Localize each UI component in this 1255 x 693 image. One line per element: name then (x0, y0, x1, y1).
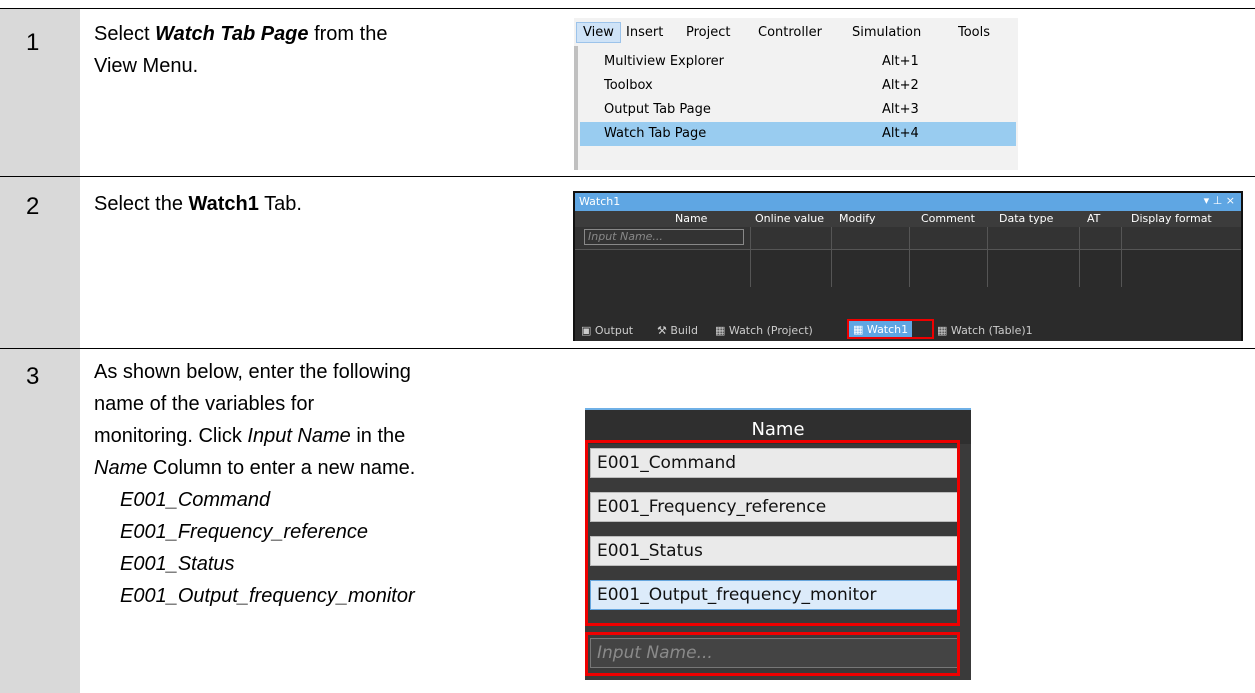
watch-row: Input Name... (575, 227, 1241, 250)
step-number: 3 (26, 363, 40, 390)
watch-title-bar: Watch1 ▾ ⊥ × (575, 193, 1241, 211)
step-text: in the (350, 425, 406, 447)
menu-item-multiview-explorer[interactable]: Multiview Explorer Alt+1 (580, 50, 1016, 74)
step-text: Select (94, 23, 156, 45)
menu-item-label: Toolbox (604, 78, 653, 93)
step-number-cell: 2 (0, 177, 80, 348)
menu-simulation[interactable]: Simulation (852, 25, 921, 40)
rule-2 (0, 348, 1255, 349)
highlight-box (585, 632, 960, 676)
tab-label: Watch (Project) (728, 324, 813, 337)
step-number-cell: 3 (0, 349, 80, 693)
column-header[interactable]: Name (675, 212, 707, 225)
step-text: Column to enter a new name. (147, 457, 416, 479)
menu-tools[interactable]: Tools (958, 25, 1018, 40)
tab-label: Build (670, 324, 698, 337)
menu-item-toolbox[interactable]: Toolbox Alt+2 (580, 74, 1016, 98)
name-input[interactable]: Input Name... (584, 229, 744, 245)
menu-item-watch-tab-page[interactable]: Watch Tab Page Alt+4 (580, 122, 1016, 146)
variable-name: E001_Frequency_reference (120, 521, 368, 543)
column-header[interactable]: Data type (999, 212, 1053, 225)
step-text: Select the (94, 193, 189, 215)
tab-label: Output (594, 324, 634, 337)
menu-left-border (574, 46, 578, 170)
step-emphasis: Name (94, 457, 148, 479)
menu-item-label: Watch Tab Page (604, 126, 707, 141)
step-number: 1 (26, 29, 40, 56)
grid-line (1121, 227, 1122, 287)
step-text: name of the variables for (94, 393, 315, 415)
step-text: View Menu. (94, 55, 199, 77)
menu-item-label: Multiview Explorer (604, 54, 724, 69)
menu-item-label: Output Tab Page (604, 102, 711, 117)
column-header[interactable]: Online value (755, 212, 824, 225)
step-3-text: As shown below, enter the following name… (94, 356, 415, 612)
grid-line (909, 227, 910, 287)
view-menu-screenshot: View Insert Project Controller Simulatio… (574, 18, 1018, 170)
grid-line (831, 227, 832, 287)
grid-line (987, 227, 988, 287)
step-text: As shown below, enter the following (94, 361, 411, 383)
rule-top (0, 8, 1255, 9)
menu-view[interactable]: View (576, 22, 621, 43)
step-text: Tab. (258, 193, 302, 215)
step-emphasis: Input Name (247, 425, 351, 447)
tab-output[interactable]: ▣ Output (581, 324, 633, 337)
window-controls-icon[interactable]: ▾ ⊥ × (1204, 194, 1235, 207)
column-header[interactable]: Modify (839, 212, 875, 225)
column-header[interactable]: Display format (1131, 212, 1212, 225)
variable-name: E001_Status (120, 553, 235, 575)
grid-line (1079, 227, 1080, 287)
menu-item-shortcut: Alt+2 (882, 78, 919, 93)
name-column-header[interactable]: Name (585, 408, 971, 444)
name-column-screenshot: Name E001_Command E001_Frequency_referen… (585, 408, 971, 680)
highlight-box (585, 440, 960, 626)
watch-title: Watch1 (579, 195, 621, 208)
variable-name: E001_Command (120, 489, 271, 511)
menu-item-shortcut: Alt+3 (882, 102, 919, 117)
watch-column-headers: Name Online value Modify Comment Data ty… (575, 211, 1241, 227)
highlight-box (847, 319, 934, 339)
step-number: 2 (26, 193, 40, 220)
step-emphasis: Watch Tab Page (155, 23, 309, 45)
rule-1 (0, 176, 1255, 177)
menu-item-shortcut: Alt+1 (882, 54, 919, 69)
step-text: from the (308, 23, 388, 45)
column-header[interactable]: AT (1087, 212, 1100, 225)
menu-controller[interactable]: Controller (758, 25, 822, 40)
variable-name: E001_Output_frequency_monitor (120, 585, 415, 607)
step-2-text: Select the Watch1 Tab. (94, 188, 302, 220)
tab-watch-table1[interactable]: ▦ Watch (Table)1 (937, 324, 1033, 337)
step-1-text: Select Watch Tab Page from the View Menu… (94, 18, 387, 82)
menu-item-shortcut: Alt+4 (882, 126, 919, 141)
step-emphasis: Watch1 (188, 193, 259, 215)
menu-bar: View Insert Project Controller Simulatio… (574, 18, 1018, 46)
column-header[interactable]: Comment (921, 212, 975, 225)
tab-build[interactable]: ⚒ Build (657, 324, 698, 337)
tab-watch-project[interactable]: ▦ Watch (Project) (715, 324, 813, 337)
step-text: monitoring. Click (94, 425, 248, 447)
menu-project[interactable]: Project (686, 25, 730, 40)
tab-label: Watch (Table)1 (950, 324, 1033, 337)
watch-panel-screenshot: Watch1 ▾ ⊥ × Name Online value Modify Co… (573, 191, 1243, 341)
step-number-cell: 1 (0, 9, 80, 176)
menu-item-output-tab-page[interactable]: Output Tab Page Alt+3 (580, 98, 1016, 122)
menu-insert[interactable]: Insert (626, 25, 663, 40)
grid-line (750, 227, 751, 287)
